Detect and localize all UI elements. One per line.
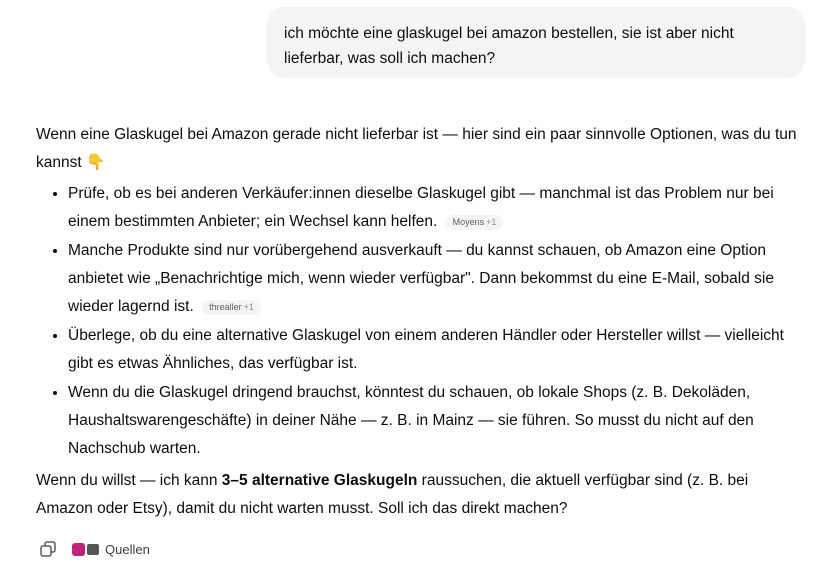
- source-chip-label: threaller: [209, 302, 242, 312]
- list-item: Wenn du die Glaskugel dringend brauchst,…: [68, 378, 806, 463]
- user-message-text: ich möchte eine glaskugel bei amazon bes…: [284, 25, 734, 67]
- source-chip-label: Moyens: [452, 217, 485, 227]
- list-item-text: Prüfe, ob es bei anderen Verkäufer:innen…: [68, 185, 774, 230]
- source-chip-more: +1: [486, 217, 497, 227]
- outro-text-start: Wenn du willst — ich kann: [36, 472, 222, 489]
- list-item: Prüfe, ob es bei anderen Verkäufer:innen…: [68, 179, 806, 236]
- list-item-text: Überlege, ob du eine alternative Glaskug…: [68, 327, 784, 372]
- list-item: Überlege, ob du eine alternative Glaskug…: [68, 321, 806, 378]
- message-actions: Quellen: [38, 539, 150, 559]
- copy-button[interactable]: [38, 539, 58, 559]
- sources-label: Quellen: [105, 541, 150, 557]
- assistant-intro: Wenn eine Glaskugel bei Amazon gerade ni…: [36, 126, 797, 171]
- outro-highlight: 3–5 alternative Glaskugeln: [221, 472, 418, 489]
- source-favicon-icon: [72, 542, 85, 556]
- source-chip[interactable]: Moyens +1: [445, 215, 504, 230]
- list-item-text: Wenn du die Glaskugel dringend brauchst,…: [68, 384, 754, 457]
- list-item: Manche Produkte sind nur vorübergehend a…: [68, 236, 806, 321]
- source-chip[interactable]: threaller +1: [202, 300, 261, 315]
- assistant-message: Wenn eine Glaskugel bei Amazon gerade ni…: [36, 121, 806, 523]
- sources-button[interactable]: Quellen: [72, 542, 150, 557]
- assistant-bullet-list: Prüfe, ob es bei anderen Verkäufer:innen…: [36, 179, 806, 463]
- source-chip-more: +1: [243, 302, 254, 312]
- user-message-bubble: ich möchte eine glaskugel bei amazon bes…: [267, 7, 805, 78]
- source-favicon-icon: [87, 543, 99, 555]
- copy-icon: [40, 541, 56, 557]
- list-item-text: Manche Produkte sind nur vorübergehend a…: [68, 242, 774, 315]
- assistant-outro: Wenn du willst — ich kann 3–5 alternativ…: [36, 467, 806, 523]
